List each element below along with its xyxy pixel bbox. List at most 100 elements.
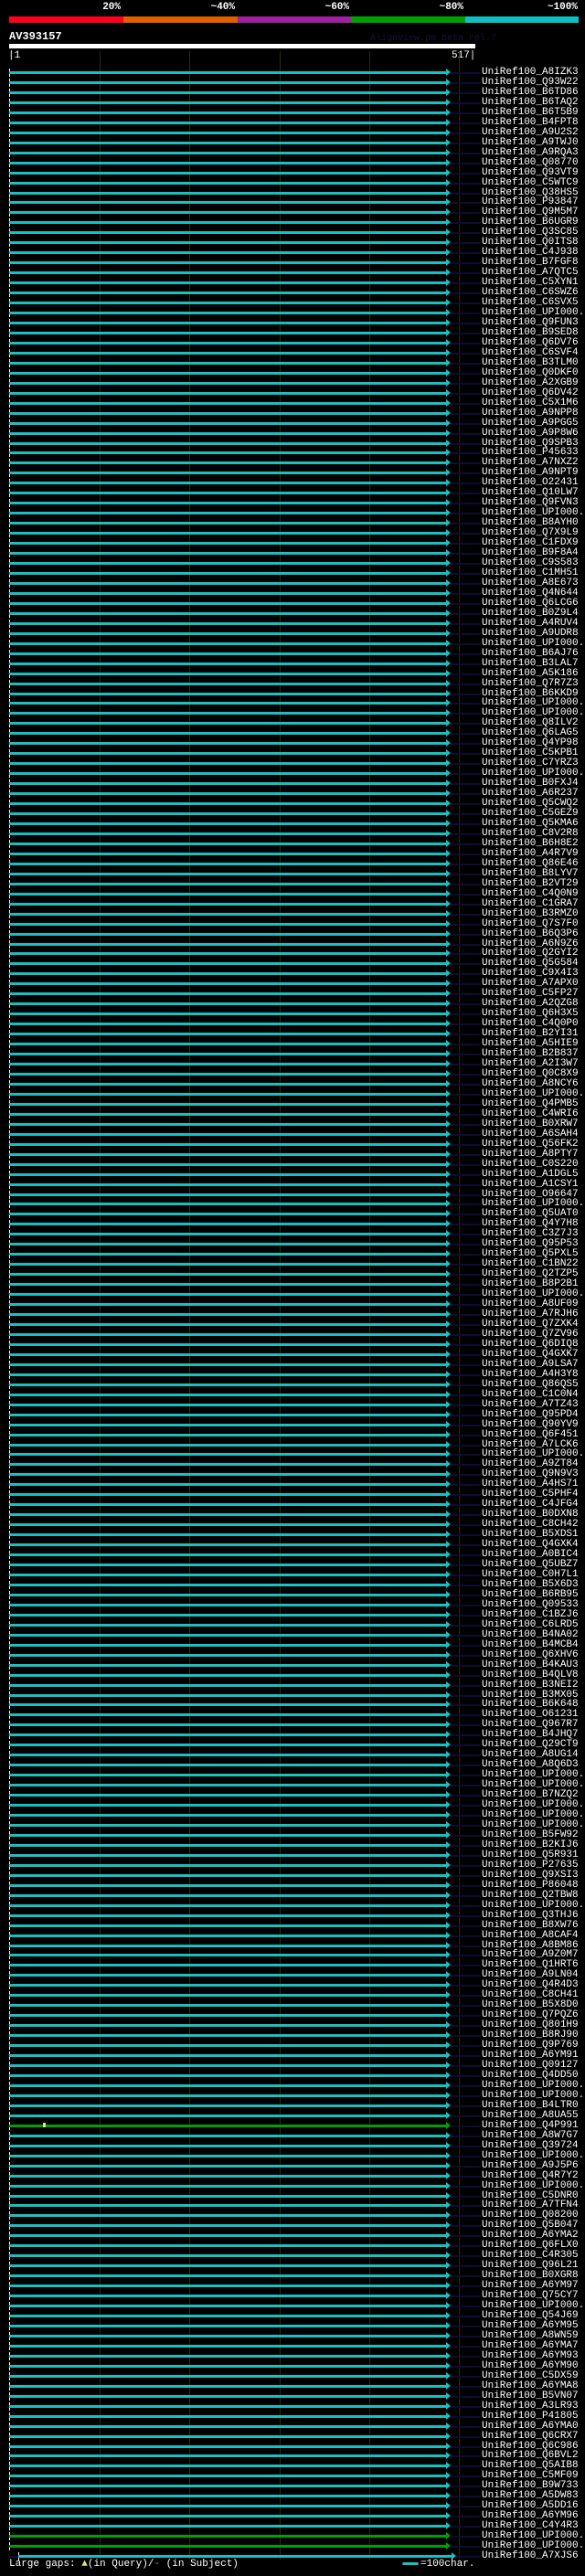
hit-bar[interactable] [9, 512, 446, 515]
hit-bar[interactable] [9, 2374, 446, 2378]
hit-bar[interactable] [9, 1593, 446, 1596]
hit-bar[interactable] [9, 322, 446, 324]
hit-bar[interactable] [9, 2535, 446, 2539]
hit-bar[interactable] [9, 421, 446, 425]
hit-bar[interactable] [9, 482, 446, 485]
hit-bar[interactable] [9, 1804, 446, 1807]
hit-bar[interactable] [9, 1703, 446, 1707]
hit-bar[interactable] [9, 1033, 446, 1036]
hit-bar[interactable] [9, 942, 446, 946]
hit-bar[interactable] [9, 591, 446, 595]
hit-bar[interactable] [9, 1583, 446, 1586]
hit-bar[interactable] [9, 852, 446, 855]
hit-bar[interactable] [9, 1142, 446, 1146]
hit-bar[interactable] [9, 2305, 446, 2308]
hit-bar[interactable] [9, 1853, 446, 1857]
hit-bar[interactable] [9, 1543, 446, 1547]
hit-bar[interactable] [9, 1523, 446, 1527]
hit-bar[interactable] [9, 1913, 446, 1917]
hit-bar[interactable] [9, 2074, 446, 2077]
hit-bar[interactable] [9, 231, 446, 235]
hit-bar[interactable] [9, 522, 446, 525]
hit-bar[interactable] [9, 2295, 446, 2298]
hit-bar[interactable] [9, 1613, 446, 1617]
hit-bar[interactable] [9, 2334, 446, 2337]
hit-bar[interactable] [9, 1964, 446, 1967]
hit-bar[interactable] [9, 652, 446, 655]
hit-bar[interactable] [9, 2545, 446, 2549]
hit-bar[interactable] [9, 1893, 446, 1897]
hit-bar[interactable] [9, 281, 446, 285]
hit-bar[interactable] [9, 802, 446, 806]
hit-bar[interactable] [9, 1553, 446, 1557]
hit-bar[interactable] [9, 1994, 446, 1998]
hit-bar[interactable] [9, 2144, 446, 2147]
hit-bar[interactable] [9, 882, 446, 885]
hit-bar[interactable] [9, 261, 446, 265]
hit-bar[interactable] [9, 581, 446, 585]
hit-bar[interactable] [9, 1233, 446, 1236]
hit-bar[interactable] [9, 90, 446, 94]
hit-bar[interactable] [9, 1814, 446, 1818]
hit-bar[interactable] [9, 2444, 446, 2448]
hit-bar[interactable] [9, 972, 446, 976]
hit-bar[interactable] [9, 2014, 446, 2018]
hit-bar[interactable] [9, 562, 446, 566]
hit-bar[interactable] [9, 1203, 446, 1206]
hit-bar[interactable] [9, 1723, 446, 1727]
hit-bar[interactable] [9, 1533, 446, 1537]
hit-bar[interactable] [9, 2495, 446, 2498]
hit-bar[interactable] [9, 762, 446, 766]
hit-bar[interactable] [9, 2325, 446, 2327]
hit-bar[interactable] [9, 772, 446, 776]
hit-bar[interactable] [9, 1503, 446, 1507]
hit-bar[interactable] [9, 1342, 446, 1346]
hit-bar[interactable] [9, 241, 446, 245]
hit-bar[interactable] [9, 1633, 446, 1637]
hit-bar[interactable] [9, 982, 446, 986]
hit-bar[interactable] [9, 1774, 446, 1777]
hit-bar[interactable] [9, 361, 446, 365]
hit-bar[interactable] [9, 1073, 446, 1076]
hit-bar[interactable] [9, 1023, 446, 1026]
hit-bar[interactable] [9, 371, 446, 375]
hit-bar[interactable] [9, 722, 446, 726]
hit-bar[interactable] [9, 1754, 446, 1757]
hit-bar[interactable] [9, 1373, 446, 1376]
hit-bar[interactable] [9, 2044, 446, 2048]
hit-bar[interactable] [9, 1693, 446, 1697]
hit-bar[interactable] [9, 271, 446, 275]
hit-bar[interactable] [9, 1824, 446, 1827]
hit-bar[interactable] [9, 532, 446, 535]
hit-bar[interactable] [9, 2104, 446, 2107]
hit-bar[interactable] [9, 101, 446, 104]
hit-bar[interactable] [9, 621, 446, 625]
hit-bar[interactable] [9, 2214, 446, 2218]
hit-bar[interactable] [9, 401, 446, 405]
hit-bar[interactable] [9, 1954, 446, 1957]
hit-bar[interactable] [9, 2364, 446, 2368]
hit-bar[interactable] [9, 111, 446, 114]
hit-bar[interactable] [9, 2064, 446, 2068]
hit-bar[interactable] [9, 2124, 446, 2127]
hit-bar[interactable] [9, 2234, 446, 2238]
hit-bar[interactable] [9, 672, 446, 675]
hit-bar[interactable] [9, 171, 446, 175]
hit-bar[interactable] [9, 1193, 446, 1196]
hit-bar[interactable] [9, 351, 446, 355]
hit-bar[interactable] [9, 542, 446, 546]
hit-bar[interactable] [9, 461, 446, 465]
hit-bar[interactable] [9, 1002, 446, 1006]
hit-bar[interactable] [9, 2434, 446, 2438]
hit-bar[interactable] [9, 742, 446, 746]
hit-bar[interactable] [9, 1873, 446, 1877]
hit-bar[interactable] [9, 641, 446, 645]
hit-bar[interactable] [9, 692, 446, 695]
hit-bar[interactable] [9, 331, 446, 334]
hit-label[interactable]: UniRef100_A7XJS6 [482, 2550, 579, 2561]
hit-bar[interactable] [9, 1132, 446, 1136]
hit-bar[interactable] [9, 80, 446, 84]
hit-bar[interactable] [9, 1082, 446, 1086]
hit-bar[interactable] [9, 1063, 446, 1066]
hit-bar[interactable] [9, 1883, 446, 1887]
